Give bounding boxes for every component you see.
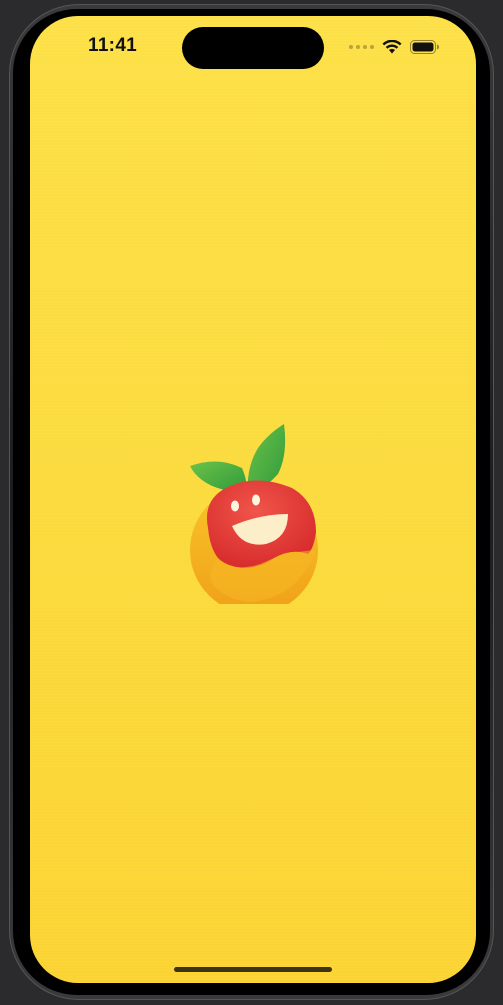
status-bar: 11:41 — [30, 16, 476, 76]
home-indicator[interactable] — [174, 967, 332, 972]
fruit-mascot-logo-icon — [188, 420, 320, 614]
status-time: 11:41 — [88, 35, 138, 56]
dynamic-island — [182, 27, 324, 69]
splash-screen: 11:41 — [30, 16, 476, 983]
wifi-icon — [382, 40, 402, 54]
signal-dots-icon — [349, 45, 374, 49]
battery-icon — [410, 40, 439, 54]
status-icons — [349, 40, 440, 54]
